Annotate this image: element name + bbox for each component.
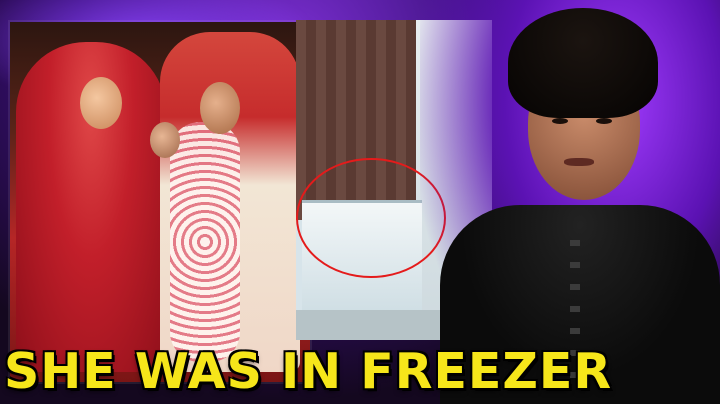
wedding-photo [10,22,310,382]
thumbnail-headline: SHE WAS IN FREEZER [4,343,613,400]
groom-face [200,82,240,134]
video-thumbnail[interactable]: SHE WAS IN FREEZER [0,0,720,404]
right-eye [596,118,612,124]
host-mouth [564,158,594,166]
guest-face [150,122,180,158]
left-eye [552,118,568,124]
host-hair [508,8,658,118]
flower-garland [170,122,240,362]
bride-face [80,77,122,129]
